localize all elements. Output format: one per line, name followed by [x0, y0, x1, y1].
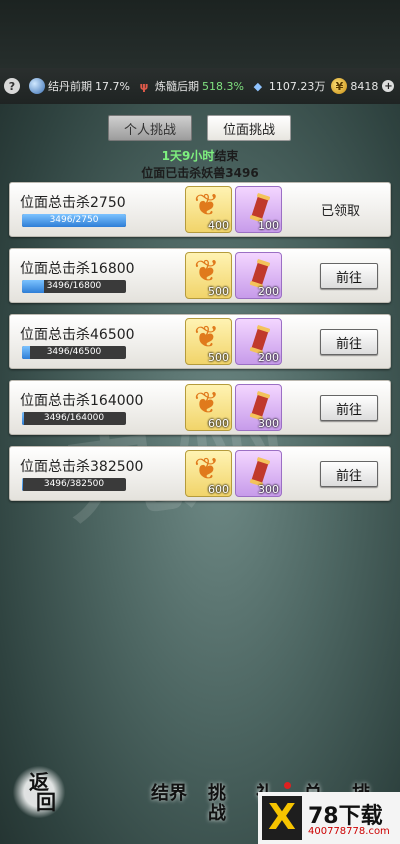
- reward-purple[interactable]: 300: [235, 384, 282, 431]
- reward-gold-amount: 500: [208, 351, 229, 364]
- reward-gold-amount: 600: [208, 483, 229, 496]
- task-progress-text: 3496/382500: [43, 479, 105, 489]
- pearl-icon: [29, 78, 45, 94]
- trident-icon: ψ: [139, 79, 149, 93]
- reward-purple[interactable]: 100: [235, 186, 282, 233]
- nav-barrier-label-1: 结: [151, 783, 169, 804]
- nav-barrier-label-2: 界: [169, 783, 187, 804]
- reward-gold-amount: 500: [208, 285, 229, 298]
- nav-barrier[interactable]: 结界: [150, 784, 188, 804]
- coin-display: ¥ 8418 +: [331, 78, 395, 94]
- add-coins-button[interactable]: +: [382, 80, 395, 92]
- reward-purple-amount: 300: [258, 417, 279, 430]
- task-card: 位面总击杀164000 3496/164000 ❦ 600 300 前往: [9, 380, 391, 435]
- tab-plane-challenge[interactable]: 位面挑战: [207, 115, 291, 141]
- nav-challenge-label-2: 战: [208, 803, 226, 824]
- task-progress-bar: 3496/46500: [22, 346, 126, 359]
- task-title: 位面总击杀164000: [20, 393, 144, 409]
- go-button[interactable]: 前往: [320, 461, 378, 487]
- reward-purple[interactable]: 200: [235, 318, 282, 365]
- crystal-icon: ◆: [253, 79, 263, 93]
- reward-gold[interactable]: ❦ 600: [185, 384, 232, 431]
- realm-percent: 17.7%: [95, 79, 130, 93]
- reward-gold[interactable]: ❦ 500: [185, 318, 232, 365]
- coin-count: 8418: [350, 79, 379, 93]
- reward-purple-amount: 100: [258, 219, 279, 232]
- tab-personal-challenge[interactable]: 个人挑战: [108, 115, 192, 141]
- reward-gold[interactable]: ❦ 600: [185, 450, 232, 497]
- crystal-count: 1107.23万: [268, 80, 326, 93]
- flame-crystal-icon: ❦: [194, 386, 220, 421]
- task-progress-text: 3496/2750: [49, 215, 99, 225]
- reward-purple-amount: 200: [258, 351, 279, 364]
- task-title: 位面总击杀2750: [20, 195, 126, 211]
- task-card: 位面总击杀2750 3496/2750 ❦ 400 100 已领取: [9, 182, 391, 237]
- flame-crystal-icon: ❦: [194, 452, 220, 487]
- help-button[interactable]: ?: [4, 78, 23, 94]
- task-title: 位面总击杀382500: [20, 459, 144, 475]
- flame-crystal-icon: ❦: [194, 320, 220, 355]
- logo-mark: X: [262, 796, 302, 840]
- back-label-1: 返: [29, 770, 49, 794]
- reward-gold[interactable]: ❦ 400: [185, 186, 232, 233]
- nav-challenge[interactable]: 挑战: [198, 784, 236, 824]
- task-card: 位面总击杀16800 3496/16800 ❦ 500 200 前往: [9, 248, 391, 303]
- task-progress-bar: 3496/2750: [22, 214, 126, 227]
- reward-purple-amount: 200: [258, 285, 279, 298]
- stage-percent: 518.3%: [201, 79, 244, 93]
- challenge-tabs: 个人挑战 位面挑战: [108, 115, 306, 141]
- task-card: 位面总击杀46500 3496/46500 ❦ 500 200 前往: [9, 314, 391, 369]
- resource-bar: ? 结丹前期 17.7% ψ 炼髓后期 518.3% ◆ 1107.23万 ¥ …: [0, 68, 400, 104]
- reward-gold-amount: 600: [208, 417, 229, 430]
- timer-suffix: 结束: [214, 149, 239, 163]
- task-progress-bar: 3496/164000: [22, 412, 126, 425]
- kill-count-text: 位面已击杀妖兽3496: [141, 166, 259, 180]
- task-progress-text: 3496/46500: [46, 347, 102, 357]
- reward-gold[interactable]: ❦ 500: [185, 252, 232, 299]
- reward-purple[interactable]: 300: [235, 450, 282, 497]
- flame-crystal-icon: ❦: [194, 188, 220, 223]
- go-button[interactable]: 前往: [320, 263, 378, 289]
- task-progress-text: 3496/16800: [46, 281, 102, 291]
- realm-display: 结丹前期 17.7%: [29, 78, 130, 94]
- timer-value: 1天9小时: [161, 149, 215, 163]
- notification-dot: [284, 782, 291, 789]
- claimed-label: 已领取: [320, 204, 360, 219]
- task-title: 位面总击杀46500: [20, 327, 135, 343]
- bottom-nav: 返 回 结界 挑战 礼 兑 排 X 78下载 400778778.com: [0, 754, 400, 844]
- go-button[interactable]: 前往: [320, 395, 378, 421]
- back-label-2: 回: [36, 790, 56, 814]
- reward-gold-amount: 400: [208, 219, 229, 232]
- event-timer: 1天9小时结束: [0, 147, 400, 164]
- site-logo: X 78下载 400778778.com: [258, 792, 400, 844]
- nav-challenge-label-1: 挑: [208, 783, 226, 804]
- back-button[interactable]: 返 回: [12, 766, 66, 818]
- coin-icon: ¥: [331, 78, 348, 94]
- reward-purple-amount: 300: [258, 483, 279, 496]
- task-card: 位面总击杀382500 3496/382500 ❦ 600 300 前往: [9, 446, 391, 501]
- stage-label: 炼髓后期: [154, 80, 199, 93]
- logo-url: 400778778.com: [308, 826, 390, 837]
- task-progress-bar: 3496/382500: [22, 478, 126, 491]
- realm-label: 结丹前期: [48, 80, 92, 93]
- go-button[interactable]: 前往: [320, 329, 378, 355]
- task-progress-bar: 3496/16800: [22, 280, 126, 293]
- help-icon[interactable]: ?: [4, 78, 20, 94]
- reward-purple[interactable]: 200: [235, 252, 282, 299]
- stage-display: ψ 炼髓后期 518.3%: [136, 78, 244, 94]
- task-progress-text: 3496/164000: [43, 413, 105, 423]
- header-pattern: [0, 0, 400, 68]
- flame-crystal-icon: ❦: [194, 254, 220, 289]
- crystal-display: ◆ 1107.23万: [250, 78, 326, 94]
- task-title: 位面总击杀16800: [20, 261, 135, 277]
